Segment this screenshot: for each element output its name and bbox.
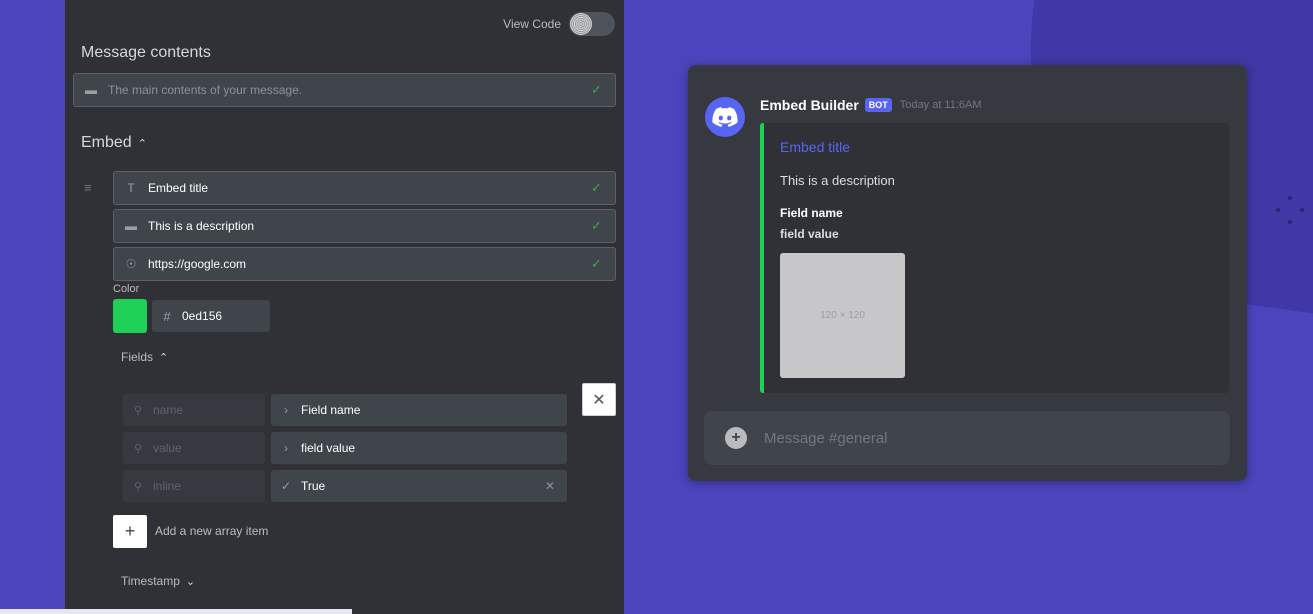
check-icon: ✓ [591, 218, 602, 233]
chevron-right-icon: › [284, 403, 288, 417]
bot-badge: BOT [864, 98, 892, 112]
check-circle-icon: ✓ [280, 479, 292, 493]
field-inline-select[interactable]: ✓ True ✕ [271, 470, 567, 502]
remove-field-button[interactable]: ✕ [582, 383, 616, 416]
field-key-name: ⚲ name [123, 394, 265, 426]
view-code-toggle[interactable] [569, 12, 615, 36]
embed-title-input[interactable]: T Embed title ✓ [113, 171, 616, 205]
avatar [705, 97, 745, 137]
globe-icon: ☉ [125, 257, 137, 271]
color-swatch[interactable] [113, 299, 147, 333]
check-icon: ✓ [591, 82, 602, 97]
bottom-strip [0, 609, 352, 614]
discord-logo-icon [712, 107, 738, 127]
embed-card: Embed title This is a description Field … [760, 123, 1229, 393]
text-lines-icon: ▬ [85, 83, 97, 97]
field-key-value: ⚲ value [123, 432, 265, 464]
embed-editor-panel: View Code Message contents ▬ The main co… [65, 0, 624, 614]
plus-icon: + [124, 521, 136, 541]
add-array-item-label[interactable]: Add a new array item [155, 524, 268, 538]
clear-icon[interactable]: ✕ [545, 479, 555, 493]
embed-description: This is a description [780, 173, 895, 188]
check-icon: ✓ [591, 180, 602, 195]
chevron-down-icon: ⌄ [185, 575, 196, 588]
drag-handle-icon[interactable]: ≡ [84, 181, 94, 194]
field-value-input[interactable]: › field value [271, 432, 567, 464]
color-hex-input[interactable]: # 0ed156 [152, 300, 270, 332]
embed-field-name: Field name [780, 206, 843, 220]
chevron-right-icon: › [284, 441, 288, 455]
chevron-up-icon: ⌃ [159, 351, 169, 364]
embed-section-toggle[interactable]: Embed ⌃ [81, 134, 147, 152]
field-name-input[interactable]: › Field name [271, 394, 567, 426]
fields-section-toggle[interactable]: Fields ⌃ [121, 350, 168, 364]
text-lines-icon: ▬ [125, 219, 137, 233]
message-contents-title: Message contents [81, 44, 211, 61]
field-key-inline: ⚲ inline [123, 470, 265, 502]
embed-field-value: field value [780, 227, 839, 241]
view-code-toggle-group: View Code [503, 12, 615, 36]
view-code-label: View Code [503, 17, 561, 31]
decorative-dots [1272, 196, 1312, 236]
discord-preview-panel: Embed Builder BOT Today at 11:6AM Embed … [688, 65, 1247, 481]
message-header: Embed Builder BOT Today at 11:6AM [760, 97, 982, 113]
message-input[interactable]: + Message #general [704, 411, 1230, 465]
check-icon: ✓ [591, 256, 602, 271]
add-attachment-icon[interactable]: + [725, 427, 747, 449]
embed-url-input[interactable]: ☉ https://google.com ✓ [113, 247, 616, 281]
message-content-input[interactable]: ▬ The main contents of your message. ✓ [73, 73, 616, 107]
key-icon: ⚲ [133, 404, 143, 417]
hash-icon: # [163, 308, 171, 324]
username[interactable]: Embed Builder [760, 97, 859, 113]
timestamp-section-toggle[interactable]: Timestamp ⌄ [121, 574, 195, 588]
color-label: Color [113, 283, 140, 295]
title-text-icon: T [127, 181, 135, 195]
embed-image: 120 × 120 [780, 253, 905, 378]
chevron-up-icon: ⌃ [137, 137, 147, 150]
key-icon: ⚲ [133, 442, 143, 455]
key-icon: ⚲ [133, 480, 143, 493]
embed-description-input[interactable]: ▬ This is a description ✓ [113, 209, 616, 243]
close-icon: ✕ [592, 391, 606, 409]
add-array-item-button[interactable]: + [113, 515, 147, 548]
message-timestamp: Today at 11:6AM [899, 99, 982, 111]
embed-title-link[interactable]: Embed title [780, 139, 850, 155]
